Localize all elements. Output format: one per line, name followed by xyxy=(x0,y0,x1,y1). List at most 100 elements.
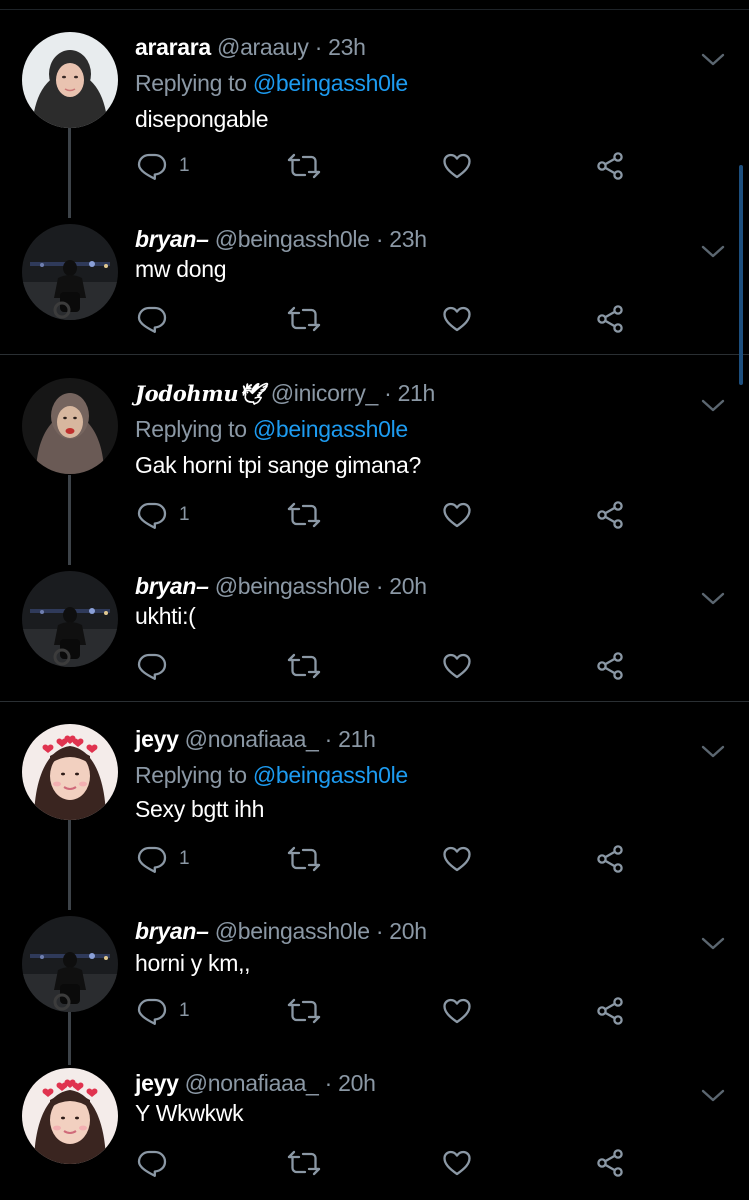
user-handle[interactable]: @nonafiaaa_ xyxy=(185,726,319,752)
share-button[interactable] xyxy=(595,1146,625,1180)
chevron-down-icon[interactable] xyxy=(700,242,726,260)
chevron-down-icon[interactable] xyxy=(700,50,726,68)
display-name[interactable]: Jodohmu🕊 xyxy=(135,381,265,406)
tweet-header: bryan– @beingassh0le · 20h xyxy=(135,918,427,945)
like-icon xyxy=(442,844,472,874)
avatar[interactable] xyxy=(22,724,118,820)
share-icon xyxy=(595,844,625,874)
reply-button[interactable]: 1 xyxy=(137,842,190,876)
retweet-button[interactable] xyxy=(287,994,321,1028)
scrollbar[interactable] xyxy=(739,165,743,385)
separator-dot: · xyxy=(324,726,333,752)
reply-count: 1 xyxy=(179,155,190,176)
like-button[interactable] xyxy=(442,498,472,532)
retweet-button[interactable] xyxy=(287,498,321,532)
thread-line xyxy=(68,820,71,910)
display-name[interactable]: bryan– xyxy=(135,918,209,944)
tweet-text: horni y km,, xyxy=(135,950,251,976)
share-button[interactable] xyxy=(595,842,625,876)
reply-button[interactable]: 1 xyxy=(137,149,190,183)
tweet-actions xyxy=(135,649,635,683)
display-name[interactable]: ararara xyxy=(135,34,211,60)
like-button[interactable] xyxy=(442,649,472,683)
reply-icon xyxy=(137,304,167,334)
replying-to-label: Replying to xyxy=(135,70,247,96)
mention-link[interactable]: @beingassh0le xyxy=(253,416,408,442)
chevron-down-icon[interactable] xyxy=(700,589,726,607)
display-name[interactable]: jeyy xyxy=(135,726,179,752)
retweet-button[interactable] xyxy=(287,149,321,183)
tweet-header: ararara @araauy · 23h xyxy=(135,34,366,61)
timestamp[interactable]: 20h xyxy=(389,573,427,599)
user-handle[interactable]: @nonafiaaa_ xyxy=(185,1070,319,1096)
user-handle[interactable]: @araauy xyxy=(217,34,309,60)
replying-to: Replying to @beingassh0le xyxy=(135,762,408,789)
user-handle[interactable]: @beingassh0le xyxy=(215,918,370,944)
user-handle[interactable]: @inicorry_ xyxy=(271,380,379,406)
share-button[interactable] xyxy=(595,994,625,1028)
reply-count: 1 xyxy=(179,1000,190,1021)
like-button[interactable] xyxy=(442,149,472,183)
retweet-button[interactable] xyxy=(287,842,321,876)
retweet-icon xyxy=(287,304,321,334)
like-icon xyxy=(442,996,472,1026)
mention-link[interactable]: @beingassh0le xyxy=(253,70,408,96)
share-button[interactable] xyxy=(595,498,625,532)
tweet-text: Y Wkwkwk xyxy=(135,1100,244,1126)
like-button[interactable] xyxy=(442,842,472,876)
like-icon xyxy=(442,1148,472,1178)
timestamp[interactable]: 23h xyxy=(328,34,366,60)
avatar[interactable] xyxy=(22,224,118,320)
avatar[interactable] xyxy=(22,32,118,128)
chevron-down-icon[interactable] xyxy=(700,1086,726,1104)
retweet-button[interactable] xyxy=(287,302,321,336)
tweet-actions: 1 xyxy=(135,994,635,1028)
tweet-text: Sexy bgtt ihh xyxy=(135,796,265,822)
mention-link[interactable]: @beingassh0le xyxy=(253,762,408,788)
user-handle[interactable]: @beingassh0le xyxy=(215,573,370,599)
reply-button[interactable] xyxy=(137,1146,179,1180)
share-button[interactable] xyxy=(595,302,625,336)
chevron-down-icon[interactable] xyxy=(700,396,726,414)
avatar[interactable] xyxy=(22,571,118,667)
tweet-text: disepongable xyxy=(135,106,269,132)
display-name[interactable]: bryan– xyxy=(135,573,209,599)
share-button[interactable] xyxy=(595,649,625,683)
chevron-down-icon[interactable] xyxy=(700,934,726,952)
avatar[interactable] xyxy=(22,378,118,474)
like-button[interactable] xyxy=(442,1146,472,1180)
timestamp[interactable]: 21h xyxy=(338,726,376,752)
like-icon xyxy=(442,304,472,334)
share-button[interactable] xyxy=(595,149,625,183)
retweet-button[interactable] xyxy=(287,649,321,683)
timestamp[interactable]: 20h xyxy=(338,1070,376,1096)
timestamp[interactable]: 21h xyxy=(398,380,436,406)
separator-dot: · xyxy=(375,573,384,599)
retweet-icon xyxy=(287,1148,321,1178)
reply-button[interactable]: 1 xyxy=(137,498,190,532)
thread-line xyxy=(68,475,71,565)
display-name[interactable]: bryan– xyxy=(135,226,209,252)
retweet-button[interactable] xyxy=(287,1146,321,1180)
display-name[interactable]: jeyy xyxy=(135,1070,179,1096)
tweet-text: mw dong xyxy=(135,256,227,282)
reply-button[interactable] xyxy=(137,649,179,683)
avatar[interactable] xyxy=(22,1068,118,1164)
replying-to: Replying to @beingassh0le xyxy=(135,70,408,97)
separator-dot: · xyxy=(375,918,384,944)
share-icon xyxy=(595,996,625,1026)
timestamp[interactable]: 23h xyxy=(389,226,427,252)
tweet-header: bryan– @beingassh0le · 20h xyxy=(135,573,427,600)
like-button[interactable] xyxy=(442,994,472,1028)
like-icon xyxy=(442,651,472,681)
timestamp[interactable]: 20h xyxy=(389,918,427,944)
like-button[interactable] xyxy=(442,302,472,336)
reply-button[interactable]: 1 xyxy=(137,994,190,1028)
replying-to-label: Replying to xyxy=(135,762,247,788)
reply-button[interactable] xyxy=(137,302,179,336)
avatar[interactable] xyxy=(22,916,118,1012)
share-icon xyxy=(595,651,625,681)
chevron-down-icon[interactable] xyxy=(700,742,726,760)
tweet-actions xyxy=(135,1146,635,1180)
user-handle[interactable]: @beingassh0le xyxy=(215,226,370,252)
